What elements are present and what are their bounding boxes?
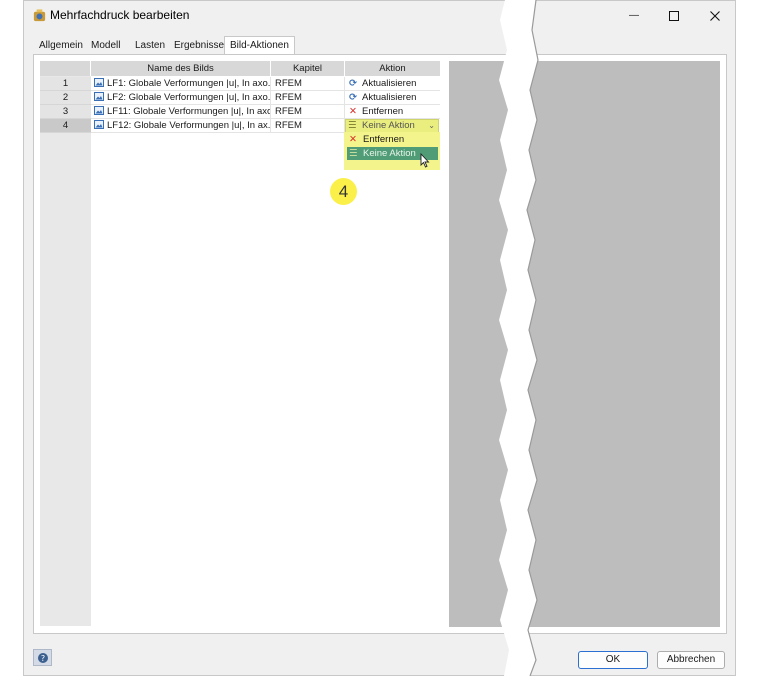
tab-ergebnisse[interactable]: Ergebnisse	[168, 36, 230, 54]
action-cell[interactable]: ✕ Entfernen	[345, 105, 440, 119]
row-number[interactable]: 1	[40, 77, 91, 91]
maximize-icon	[669, 10, 679, 21]
remove-x-icon: ✕	[349, 134, 357, 145]
help-icon: ?	[37, 652, 48, 663]
image-name-text: LF11: Globale Verformungen |u|, In axo..…	[107, 106, 271, 117]
action-text: Aktualisieren	[362, 92, 417, 103]
image-name-text: LF12: Globale Verformungen |u|, In ax...	[107, 120, 271, 131]
mouse-cursor-icon	[420, 153, 430, 168]
header-rownum	[40, 61, 91, 76]
table-row[interactable]: 3 LF11: Globale Verformungen |u|, In axo…	[40, 105, 440, 119]
tab-modell[interactable]: Modell	[85, 36, 126, 54]
chapter-cell[interactable]: RFEM	[271, 119, 345, 133]
image-name-cell[interactable]: LF2: Globale Verformungen |u|, In axo...	[91, 91, 271, 105]
table-row[interactable]: 1 LF1: Globale Verformungen |u|, In axo.…	[40, 77, 440, 91]
window-title: Mehrfachdruck bearbeiten	[50, 8, 190, 22]
image-name-text: LF1: Globale Verformungen |u|, In axo...	[107, 78, 271, 89]
maximize-button[interactable]	[654, 1, 694, 30]
action-cell[interactable]: ⟳ Aktualisieren	[345, 77, 440, 91]
image-icon	[94, 78, 104, 87]
ok-button[interactable]: OK	[578, 651, 648, 669]
dialog-window: Mehrfachdruck bearbeiten — Allgemein Mod…	[23, 0, 736, 676]
no-action-icon: ☰	[349, 148, 358, 159]
header-name[interactable]: Name des Bilds	[91, 61, 271, 76]
close-button[interactable]	[695, 1, 735, 30]
svg-text:?: ?	[40, 654, 44, 663]
tab-allgemein[interactable]: Allgemein	[33, 36, 89, 54]
minimize-button[interactable]: —	[614, 1, 654, 30]
image-icon	[94, 106, 104, 115]
chapter-cell[interactable]: RFEM	[271, 91, 345, 105]
step-callout-badge: 4	[330, 178, 357, 205]
close-icon	[710, 10, 720, 21]
refresh-icon: ⟳	[349, 92, 357, 103]
header-chapter[interactable]: Kapitel	[271, 61, 345, 76]
help-button[interactable]: ?	[33, 649, 52, 666]
app-icon	[33, 9, 46, 22]
image-icon	[94, 92, 104, 101]
cancel-button[interactable]: Abbrechen	[657, 651, 725, 669]
image-icon	[94, 120, 104, 129]
image-preview-area	[449, 61, 720, 627]
row-number[interactable]: 3	[40, 105, 91, 119]
chapter-cell[interactable]: RFEM	[271, 105, 345, 119]
chapter-cell[interactable]: RFEM	[271, 77, 345, 91]
tab-bild-aktionen[interactable]: Bild-Aktionen	[224, 36, 295, 55]
option-label: Entfernen	[363, 134, 405, 145]
image-name-cell[interactable]: LF1: Globale Verformungen |u|, In axo...	[91, 77, 271, 91]
title-bar[interactable]: Mehrfachdruck bearbeiten —	[24, 1, 735, 30]
action-cell[interactable]: ⟳ Aktualisieren	[345, 91, 440, 105]
image-name-text: LF2: Globale Verformungen |u|, In axo...	[107, 92, 271, 103]
dropdown-option-entfernen[interactable]: ✕ Entfernen	[347, 133, 438, 146]
no-action-icon: ☰	[348, 120, 357, 131]
row-number[interactable]: 2	[40, 91, 91, 105]
row-number-column	[40, 61, 91, 626]
row-number[interactable]: 4	[40, 119, 91, 133]
remove-x-icon: ✕	[349, 106, 357, 117]
refresh-icon: ⟳	[349, 78, 357, 89]
image-name-cell[interactable]: LF11: Globale Verformungen |u|, In axo..…	[91, 105, 271, 119]
action-text: Aktualisieren	[362, 78, 417, 89]
table-row[interactable]: 2 LF2: Globale Verformungen |u|, In axo.…	[40, 91, 440, 105]
header-action[interactable]: Aktion	[345, 61, 440, 76]
option-label: Keine Aktion	[363, 148, 416, 159]
image-name-cell[interactable]: LF12: Globale Verformungen |u|, In ax...	[91, 119, 271, 133]
minimize-icon: —	[629, 10, 639, 21]
chevron-down-icon[interactable]: ⌄	[428, 120, 435, 132]
tab-lasten[interactable]: Lasten	[129, 36, 171, 54]
action-text: Entfernen	[362, 106, 404, 117]
combo-value: Keine Aktion	[362, 120, 415, 131]
action-combobox[interactable]: ☰ Keine Aktion ⌄	[345, 119, 439, 133]
